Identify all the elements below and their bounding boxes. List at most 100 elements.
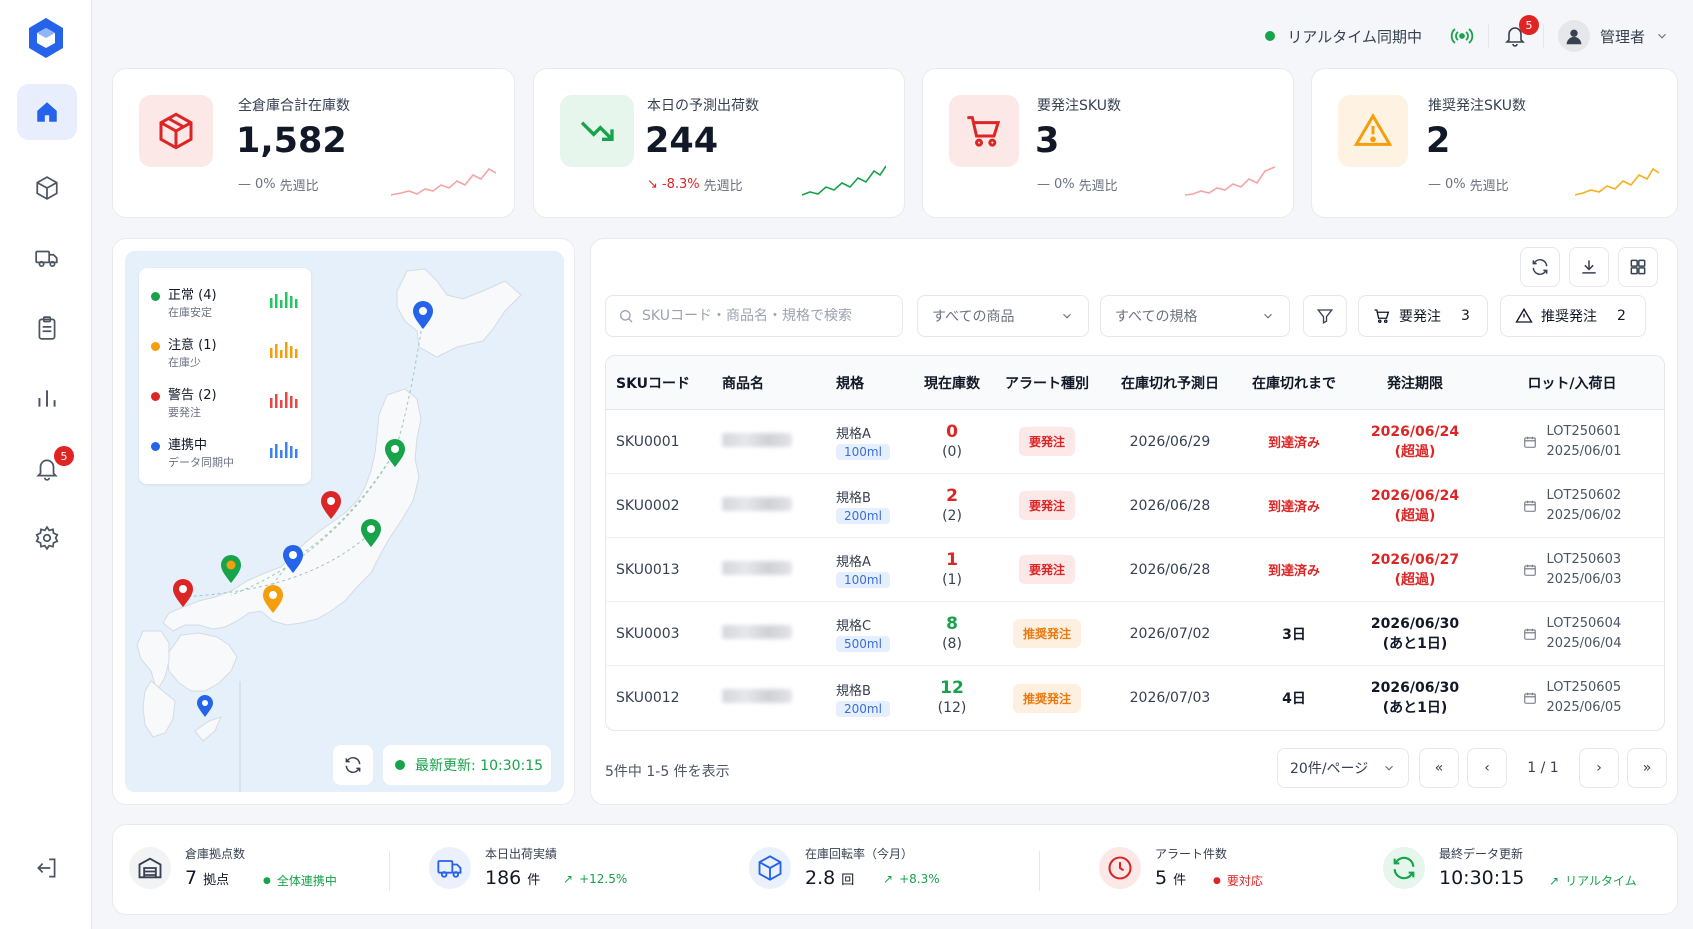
product-filter-value: すべての商品 [932, 309, 1015, 325]
lot-date: 2025/06/01 [1546, 443, 1622, 459]
chevron-down-icon[interactable] [1655, 29, 1669, 43]
nav-shipping[interactable] [17, 230, 77, 286]
filter-button[interactable] [1303, 295, 1347, 337]
grid-view-button[interactable] [1618, 247, 1658, 287]
calendar-icon [1523, 692, 1536, 704]
stat-label: 在庫回転率（今月） [805, 847, 914, 861]
table-header-row: SKUコード 商品名 規格 現在庫数 アラート種別 在庫切れ予測日 在庫切れまで… [606, 356, 1664, 410]
until-cell: 到達済み [1238, 410, 1350, 474]
stock-value: 1 [946, 549, 958, 570]
stock-paren: (12) [937, 700, 967, 716]
map-refresh-button[interactable] [333, 745, 373, 785]
sync-status-dot [1265, 31, 1276, 41]
stat-label: 倉庫拠点数 [185, 847, 246, 861]
kpi-icon-box [139, 95, 213, 167]
kpi-label: 推奨発注SKU数 [1428, 98, 1526, 114]
clock-icon [1108, 856, 1132, 880]
trend-value: 0% [1054, 177, 1075, 192]
product-name-cell [712, 474, 826, 538]
stat-icon-bg [429, 847, 471, 889]
prev-page-button[interactable]: ‹ [1467, 748, 1507, 788]
app-logo-icon[interactable] [26, 16, 66, 60]
volume-badge: 200ml [836, 508, 890, 524]
nav-inventory[interactable] [17, 160, 77, 216]
col-header-stock[interactable]: 現在庫数 [912, 356, 992, 410]
download-button[interactable] [1569, 247, 1609, 287]
nav-orders[interactable] [17, 300, 77, 356]
until-cell: 到達済み [1238, 538, 1350, 602]
notifications-button[interactable]: 5 [1503, 15, 1539, 49]
spec-filter-select[interactable]: すべての規格 [1100, 295, 1290, 337]
recommend-order-button[interactable]: 推奨発注 2 [1500, 295, 1646, 337]
user-name[interactable]: 管理者 [1600, 26, 1645, 47]
page-size-select[interactable]: 20件/ページ [1277, 748, 1409, 788]
kpi-value: 3 [1035, 121, 1060, 161]
pin-red-chugoku[interactable] [173, 579, 193, 607]
product-filter-select[interactable]: すべての商品 [917, 295, 1089, 337]
broadcast-icon [1450, 28, 1474, 44]
trend-flat-icon: — [1428, 177, 1441, 192]
refresh-button[interactable] [1520, 247, 1560, 287]
deadline-note: (超過) [1394, 571, 1436, 588]
pin-red-niigata[interactable] [321, 491, 341, 519]
alert-cell: 要発注 [992, 538, 1102, 602]
grid-icon [1630, 259, 1646, 275]
stat-note-text: +12.5% [579, 872, 628, 886]
search-input[interactable] [642, 308, 892, 324]
col-header-product[interactable]: 商品名 [712, 356, 826, 410]
trend-value: 0% [1445, 177, 1466, 192]
pin-blue-hokkaido[interactable] [413, 301, 433, 329]
warehouse-icon [138, 857, 162, 879]
col-header-sku[interactable]: SKUコード [606, 356, 712, 410]
alert-cell: 要発注 [992, 474, 1102, 538]
col-header-lot[interactable]: ロット/入荷日 [1480, 356, 1664, 410]
table-row[interactable]: SKU0012 規格B 200ml 12 (12) 推奨発注 2026/07/03 … [606, 666, 1664, 730]
avatar[interactable] [1557, 20, 1590, 52]
nav-alerts[interactable]: 5 [17, 440, 77, 496]
pin-green-tohoku[interactable] [385, 439, 405, 467]
col-header-until[interactable]: 在庫切れまで [1238, 356, 1350, 410]
stock-paren: (0) [942, 443, 962, 460]
kpi-trend: — 0% 先週比 [1428, 175, 1509, 194]
chevron-down-icon [1385, 765, 1393, 771]
col-header-alert[interactable]: アラート種別 [992, 356, 1102, 410]
volume-badge: 100ml [836, 572, 890, 588]
status-dot: ● [263, 875, 271, 886]
col-header-predict[interactable]: 在庫切れ予測日 [1102, 356, 1238, 410]
trend-down-icon: ↘ [647, 177, 658, 192]
col-header-deadline[interactable]: 発注期限 [1350, 356, 1480, 410]
search-box[interactable] [605, 295, 903, 337]
stat-number: 7 [185, 867, 198, 889]
col-header-spec[interactable]: 規格 [826, 356, 912, 410]
nav-settings[interactable] [17, 510, 77, 566]
kpi-trend: — 0% 先週比 [1037, 175, 1118, 194]
pin-green-kanto[interactable] [361, 519, 381, 547]
pin-green-kansai[interactable] [221, 555, 241, 583]
order-required-button[interactable]: 要発注 3 [1358, 295, 1488, 337]
nav-reports[interactable] [17, 370, 77, 426]
stat-note: ↗ +8.3% [883, 872, 940, 886]
next-page-button[interactable]: › [1579, 748, 1619, 788]
trending-down-icon [580, 121, 614, 141]
nav-home[interactable] [17, 84, 77, 140]
last-page-button[interactable]: » [1627, 748, 1667, 788]
table-row[interactable]: SKU0002 規格B 200ml 2 (2) 要発注 2026/06/28 到達済… [606, 474, 1664, 538]
stock-cell: 1 (1) [912, 538, 992, 602]
stat-label: 本日出荷実績 [485, 847, 558, 861]
first-page-button[interactable]: « [1419, 748, 1459, 788]
table-row[interactable]: SKU0003 規格C 500ml 8 (8) 推奨発注 2026/07/02 3日… [606, 602, 1664, 666]
filter-icon [1316, 309, 1334, 324]
stat-number: 186 [485, 867, 522, 889]
nav-logout[interactable] [17, 840, 77, 896]
pin-blue-chubu[interactable] [283, 545, 303, 573]
table-row[interactable]: SKU0013 規格A 100ml 1 (1) 要発注 2026/06/28 到達済… [606, 538, 1664, 602]
table-row[interactable]: SKU0001 規格A 100ml 0 (0) 要発注 2026/06/29 到達済… [606, 410, 1664, 474]
kpi-value: 2 [1426, 121, 1451, 161]
pin-blue-okinawa[interactable] [197, 695, 213, 717]
calendar-icon [1523, 500, 1536, 512]
stat-value: 2.8 回 [805, 867, 854, 889]
spec-label: 規格B [836, 683, 871, 699]
spec-filter-value: すべての規格 [1115, 309, 1198, 325]
pin-orange-osaka[interactable] [263, 585, 283, 613]
japan-map[interactable]: 正常 (4) 在庫安定 注意 (1) 在庫少 警告 (2) 要発注 連携中 データ同期… [125, 251, 564, 792]
